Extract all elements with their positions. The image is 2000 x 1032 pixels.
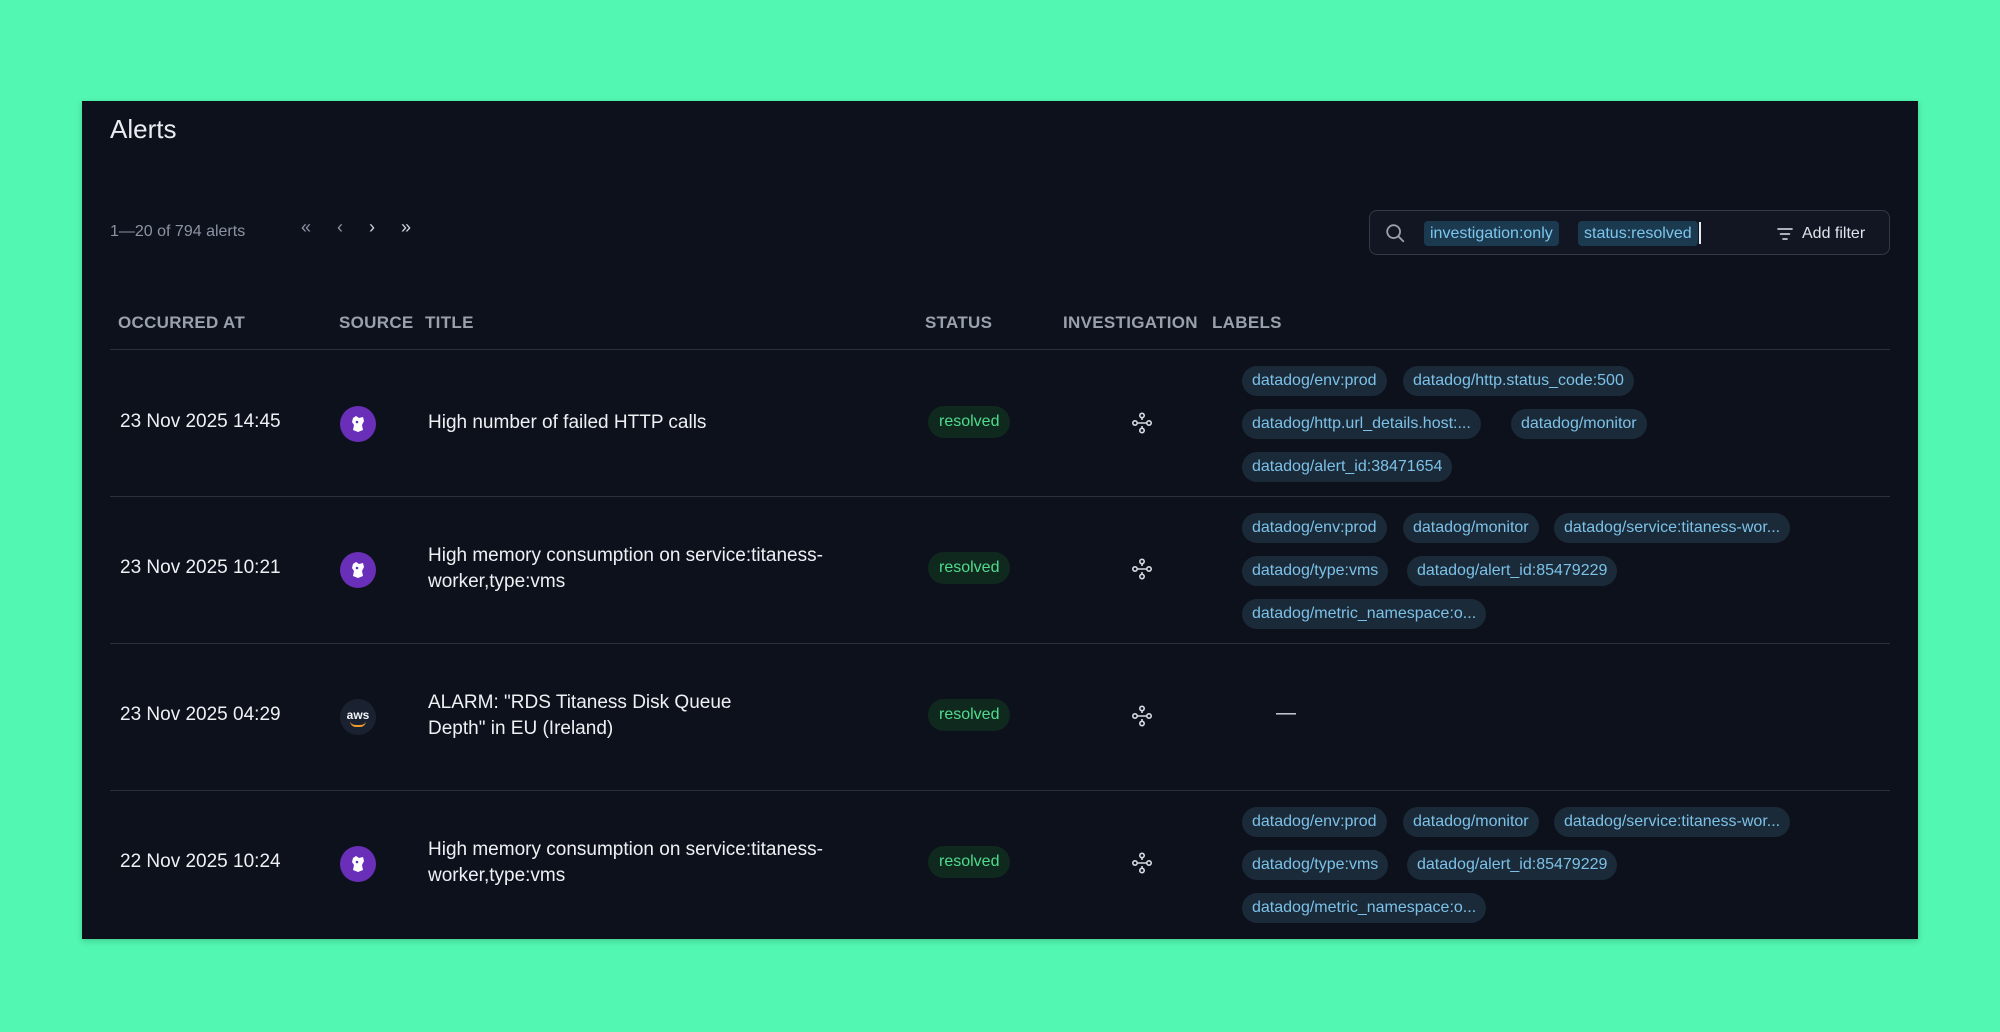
page-title: Alerts — [110, 114, 177, 144]
column-header-investigation[interactable]: INVESTIGATION — [1063, 313, 1198, 333]
status-badge: resolved — [928, 552, 1011, 584]
prev-page-button[interactable]: ‹ — [330, 217, 350, 238]
table-row[interactable]: 23 Nov 2025 04:29 aws ALARM: "RDS Titane… — [110, 644, 1890, 791]
datadog-source-icon — [340, 846, 376, 882]
add-filter-label: Add filter — [1802, 224, 1866, 242]
search-icon — [1386, 224, 1405, 243]
occurred-at: 23 Nov 2025 14:45 — [120, 411, 281, 432]
alert-title[interactable]: High memory consumption on service:titan… — [428, 543, 848, 595]
datadog-source-icon — [340, 406, 376, 442]
column-header-status[interactable]: STATUS — [925, 313, 992, 333]
label-chip[interactable]: datadog/http.status_code:500 — [1403, 366, 1634, 396]
label-chip[interactable]: datadog/type:vms — [1242, 850, 1389, 880]
label-chip[interactable]: datadog/metric_namespace:o... — [1242, 599, 1487, 629]
occurred-at: 22 Nov 2025 10:24 — [120, 851, 281, 872]
alert-title[interactable]: High number of failed HTTP calls — [428, 410, 848, 436]
filter-chip[interactable]: status:resolved — [1578, 221, 1698, 246]
label-chip[interactable]: datadog/alert_id:85479229 — [1407, 556, 1618, 586]
add-filter-button[interactable]: Add filter — [1776, 211, 1865, 256]
label-chip[interactable]: datadog/http.url_details.host:... — [1242, 409, 1481, 439]
aws-source-icon: aws — [340, 699, 376, 735]
alert-title[interactable]: High memory consumption on service:titan… — [428, 837, 848, 889]
label-chip[interactable]: datadog/env:prod — [1242, 366, 1387, 396]
table-row[interactable]: 23 Nov 2025 10:21 High memory consumptio… — [110, 497, 1890, 644]
label-chip[interactable]: datadog/service:titaness-wor... — [1554, 807, 1791, 837]
label-chip[interactable]: datadog/type:vms — [1242, 556, 1389, 586]
filter-icon — [1777, 227, 1793, 240]
status-badge: resolved — [928, 846, 1011, 878]
label-chip[interactable]: datadog/env:prod — [1242, 807, 1387, 837]
alerts-panel: Alerts 1—20 of 794 alerts « ‹ › » invest… — [82, 101, 1918, 939]
occurred-at: 23 Nov 2025 04:29 — [120, 704, 281, 725]
last-page-button[interactable]: » — [396, 217, 416, 238]
status-badge: resolved — [928, 406, 1011, 438]
aws-source-text: aws — [346, 708, 370, 722]
table-row[interactable]: 22 Nov 2025 10:24 High memory consumptio… — [110, 791, 1890, 937]
filter-chip[interactable]: investigation:only — [1424, 221, 1559, 246]
column-header-labels[interactable]: LABELS — [1212, 313, 1282, 333]
column-header-occurred-at[interactable]: OCCURRED AT — [118, 313, 245, 333]
table-header: OCCURRED AT SOURCE TITLE STATUS INVESTIG… — [110, 313, 1890, 350]
first-page-button[interactable]: « — [296, 217, 316, 238]
label-chip[interactable]: datadog/metric_namespace:o... — [1242, 893, 1487, 923]
investigation-icon[interactable] — [1130, 411, 1154, 435]
search-filter-bar[interactable]: investigation:only status:resolved Add f… — [1369, 210, 1890, 255]
label-chip[interactable]: datadog/alert_id:85479229 — [1407, 850, 1618, 880]
label-chip[interactable]: datadog/service:titaness-wor... — [1554, 513, 1791, 543]
label-chip[interactable]: datadog/monitor — [1511, 409, 1647, 439]
datadog-source-icon — [340, 552, 376, 588]
investigation-icon[interactable] — [1130, 851, 1154, 875]
empty-labels: — — [1276, 702, 1296, 724]
label-chip[interactable]: datadog/monitor — [1403, 807, 1539, 837]
next-page-button[interactable]: › — [362, 217, 382, 238]
text-caret — [1699, 222, 1701, 244]
column-header-title[interactable]: TITLE — [425, 313, 474, 333]
alert-title[interactable]: ALARM: "RDS Titaness Disk Queue Depth" i… — [428, 690, 758, 742]
table-row[interactable]: 23 Nov 2025 14:45 High number of failed … — [110, 350, 1890, 497]
investigation-icon[interactable] — [1130, 704, 1154, 728]
occurred-at: 23 Nov 2025 10:21 — [120, 557, 281, 578]
status-badge: resolved — [928, 699, 1011, 731]
investigation-icon[interactable] — [1130, 557, 1154, 581]
label-chip[interactable]: datadog/env:prod — [1242, 513, 1387, 543]
label-chip[interactable]: datadog/alert_id:38471654 — [1242, 452, 1453, 482]
label-chip[interactable]: datadog/monitor — [1403, 513, 1539, 543]
pagination-summary: 1—20 of 794 alerts — [110, 223, 246, 240]
column-header-source[interactable]: SOURCE — [339, 313, 414, 333]
